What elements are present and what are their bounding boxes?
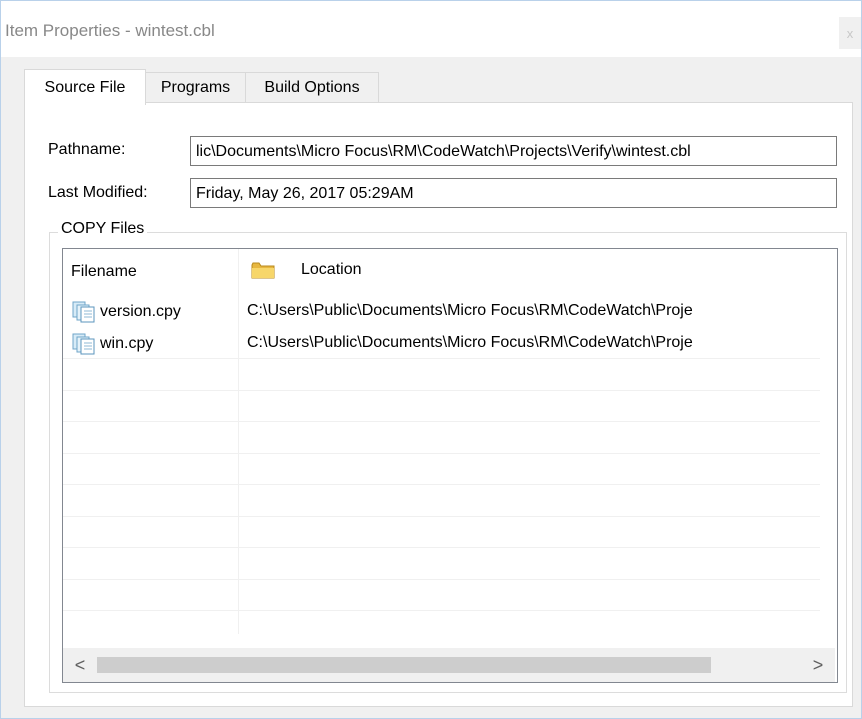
- location-text: C:\Users\Public\Documents\Micro Focus\RM…: [247, 334, 693, 351]
- row-gridline: [63, 484, 820, 485]
- close-icon: x: [846, 25, 854, 41]
- pathname-field[interactable]: lic\Documents\Micro Focus\RM\CodeWatch\P…: [190, 136, 837, 166]
- list-item[interactable]: win.cpy C:\Users\Public\Documents\Micro …: [63, 332, 835, 356]
- column-header-filename[interactable]: Filename: [71, 263, 137, 281]
- list-item[interactable]: version.cpy C:\Users\Public\Documents\Mi…: [63, 300, 835, 324]
- horizontal-scrollbar[interactable]: < >: [63, 648, 835, 682]
- document-icon: [72, 333, 95, 355]
- filename-text: win.cpy: [100, 335, 154, 352]
- scroll-left-button[interactable]: <: [63, 648, 97, 682]
- location-header-label: Location: [301, 261, 362, 278]
- tab-build-options[interactable]: Build Options: [245, 72, 379, 103]
- window-title: Item Properties - wintest.cbl: [5, 21, 215, 40]
- tab-label: Programs: [160, 79, 231, 96]
- filename-text: version.cpy: [100, 303, 181, 320]
- pathname-label: Pathname:: [48, 141, 126, 158]
- title-bar: Item Properties - wintest.cbl x: [1, 1, 861, 57]
- tab-source-file[interactable]: Source File: [24, 69, 146, 105]
- row-gridline: [63, 390, 820, 391]
- copy-files-label: COPY Files: [58, 220, 148, 238]
- chevron-left-icon: <: [74, 654, 86, 675]
- row-gridline: [63, 453, 820, 454]
- scroll-right-button[interactable]: >: [801, 648, 835, 682]
- row-gridline: [63, 610, 820, 611]
- folder-icon: [251, 262, 275, 279]
- tab-programs[interactable]: Programs: [145, 72, 246, 103]
- tab-label: Source File: [44, 78, 126, 96]
- close-button[interactable]: x: [839, 17, 861, 49]
- row-gridline: [63, 579, 820, 580]
- row-gridline: [63, 547, 820, 548]
- chevron-right-icon: >: [812, 654, 824, 675]
- column-header-location[interactable]: Location: [251, 261, 362, 279]
- row-gridline: [63, 358, 820, 359]
- last-modified-field[interactable]: Friday, May 26, 2017 05:29AM: [190, 178, 837, 208]
- tab-label: Build Options: [264, 79, 360, 96]
- filename-cell: win.cpy: [71, 332, 153, 356]
- last-modified-label: Last Modified:: [48, 184, 148, 201]
- row-gridline: [63, 421, 820, 422]
- filename-cell: version.cpy: [71, 300, 181, 324]
- scroll-thumb[interactable]: [97, 657, 711, 673]
- document-icon: [72, 301, 95, 323]
- copy-files-list[interactable]: Filename Location version.cpy C:\Users\P…: [62, 248, 838, 683]
- row-gridline: [63, 516, 820, 517]
- item-properties-dialog: Item Properties - wintest.cbl x Source F…: [0, 0, 862, 719]
- location-text: C:\Users\Public\Documents\Micro Focus\RM…: [247, 302, 693, 319]
